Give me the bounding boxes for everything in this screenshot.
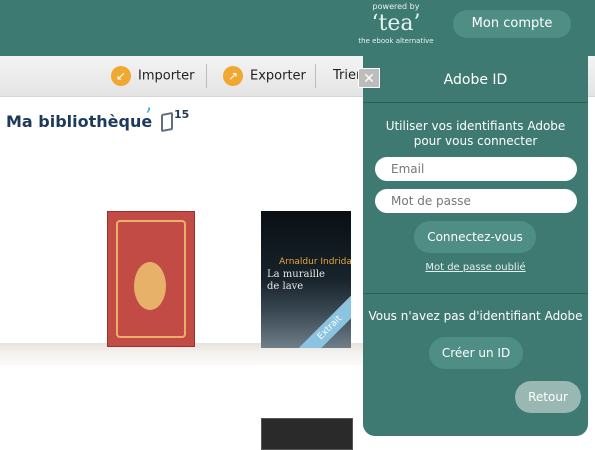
export-icon: ↗ — [223, 66, 243, 86]
export-label: Exporter — [250, 68, 306, 84]
book-cover[interactable] — [107, 211, 195, 347]
adobe-id-panel: Adobe ID Utiliser vos identifiants Adobe… — [363, 56, 588, 436]
create-id-button[interactable]: Créer un ID — [429, 337, 523, 369]
toolbar-divider — [206, 64, 207, 88]
divider — [363, 102, 588, 103]
brand-logo: powered by ‘tea’ the ebook alternative — [346, 2, 446, 46]
panel-title: Adobe ID — [443, 72, 508, 88]
book-count: 15 — [174, 108, 190, 121]
book-title-line: La muraille — [267, 269, 325, 280]
book-title-line: de lave — [267, 281, 304, 292]
book-count-icon — [161, 111, 173, 133]
no-id-text: Vous n'avez pas d'identifiant Adobe — [368, 309, 583, 323]
close-icon[interactable]: ✕ — [358, 68, 380, 88]
book-author: Arnaldur Indridason — [279, 257, 351, 267]
email-field[interactable] — [375, 157, 577, 181]
back-button[interactable]: Retour — [515, 381, 581, 413]
toolbar-divider — [315, 64, 316, 88]
panel-description: Utiliser vos identifiants Adobe pour vou… — [385, 119, 566, 148]
connect-button[interactable]: Connectez-vous — [414, 221, 536, 253]
import-icon: ↙ — [111, 66, 131, 86]
brand-name: ‘tea’ — [371, 11, 421, 36]
account-button[interactable]: Mon compte — [453, 10, 571, 38]
excerpt-badge: Extrait — [292, 290, 351, 348]
divider — [363, 293, 588, 294]
book-cover[interactable]: Arnaldur Indridason La muraille de lave … — [261, 211, 351, 348]
book-cover[interactable] — [261, 418, 353, 450]
book-title: La muraille de lave — [267, 269, 325, 293]
import-label: Importer — [138, 68, 195, 84]
top-bar: powered by ‘tea’ the ebook alternative M… — [0, 0, 595, 56]
cover-ornament — [134, 262, 166, 310]
export-button[interactable]: ↗ Exporter — [223, 66, 306, 86]
import-button[interactable]: ↙ Importer — [111, 66, 195, 86]
password-field[interactable] — [375, 189, 577, 213]
brand-tagline: the ebook alternative — [358, 37, 434, 45]
quote-icon: ’ — [145, 105, 152, 130]
forgot-password-link[interactable]: Mot de passe oublié — [363, 262, 588, 273]
library-title: Ma bibliothèque — [6, 112, 153, 131]
